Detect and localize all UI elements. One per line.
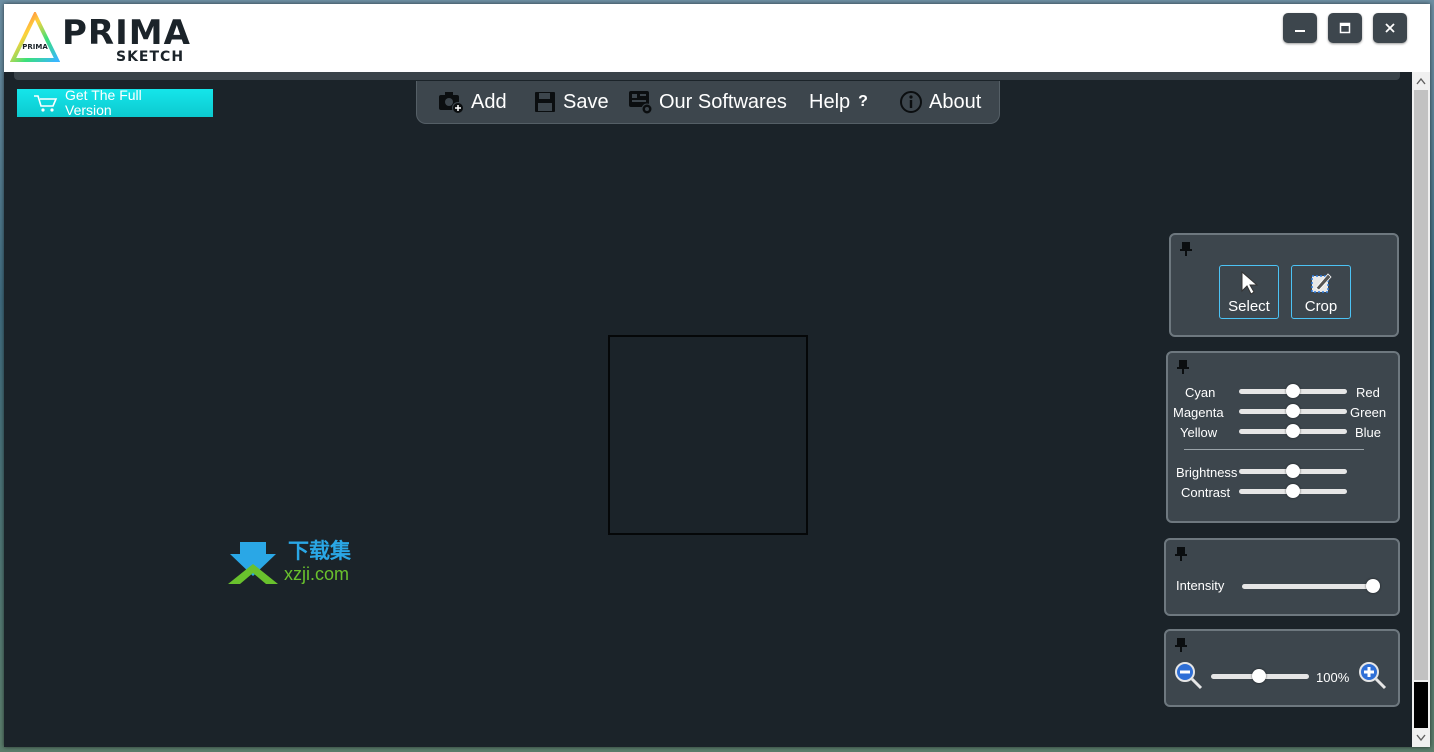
select-tool-button[interactable]: Select <box>1219 265 1279 319</box>
prima-logo-triangle-icon: PRIMA <box>10 12 60 62</box>
zoom-slider-thumb[interactable] <box>1252 669 1266 683</box>
menu-about-label: About <box>929 90 982 113</box>
maximize-button[interactable] <box>1328 13 1362 43</box>
title-bar: PRIMA PRIMA SKETCH <box>4 4 1430 72</box>
menu-help[interactable]: Help ? <box>809 81 868 123</box>
color-adjust-panel: Cyan Red Magenta Green Yellow Blue Brigh… <box>1166 351 1400 523</box>
intensity-panel: Intensity <box>1164 538 1400 616</box>
logo-badge-text: PRIMA <box>22 43 48 51</box>
zoom-value: 100% <box>1316 670 1350 685</box>
watermark-url-text: xzji.com <box>284 564 350 584</box>
add-camera-icon <box>439 92 464 114</box>
zoom-in-icon[interactable] <box>1358 661 1388 691</box>
contrast-slider-thumb[interactable] <box>1286 484 1300 498</box>
green-label: Green <box>1350 405 1387 420</box>
image-canvas[interactable] <box>608 335 808 535</box>
watermark: 下载集 xzji.com <box>226 540 386 590</box>
menu-save-label: Save <box>563 90 609 113</box>
get-full-version-label: Get The Full Version <box>65 87 142 118</box>
crop-tool-button[interactable]: Crop <box>1291 265 1351 319</box>
magenta-green-slider-thumb[interactable] <box>1286 404 1300 418</box>
menu-add-label: Add <box>471 90 507 113</box>
brightness-slider-thumb[interactable] <box>1286 464 1300 478</box>
zoom-out-icon[interactable] <box>1174 661 1204 691</box>
red-label: Red <box>1356 385 1380 400</box>
minimize-icon <box>1295 30 1305 32</box>
vertical-scrollbar[interactable] <box>1412 72 1430 747</box>
scrollbar-thumb[interactable] <box>1414 90 1428 680</box>
crop-icon <box>1311 273 1332 293</box>
menu-our-softwares[interactable]: Our Softwares <box>627 81 787 123</box>
select-tool-label: Select <box>1228 298 1270 315</box>
logo-text-prima: PRIMA <box>62 13 191 53</box>
magenta-label: Magenta <box>1173 405 1224 420</box>
intensity-slider-track[interactable] <box>1242 584 1380 589</box>
blue-label: Blue <box>1355 425 1382 440</box>
pin-icon[interactable] <box>1176 359 1190 375</box>
menu-save[interactable]: Save <box>533 81 609 123</box>
intensity-label: Intensity <box>1176 578 1225 593</box>
crop-tool-label: Crop <box>1304 298 1338 315</box>
cursor-arrow-icon <box>1241 270 1259 295</box>
save-floppy-icon <box>535 92 555 112</box>
info-icon <box>900 91 922 113</box>
minimize-button[interactable] <box>1283 13 1317 43</box>
pin-icon[interactable] <box>1174 546 1188 562</box>
menu-help-label: Help <box>809 90 851 113</box>
watermark-logo-icon <box>228 542 278 584</box>
help-question-icon: ? <box>858 93 868 110</box>
yellow-blue-slider-thumb[interactable] <box>1286 424 1300 438</box>
watermark-chinese-text: 下载集 <box>288 540 351 563</box>
menu-add[interactable]: Add <box>437 81 507 123</box>
toolbar-strip <box>14 72 1400 80</box>
menu-softwares-label: Our Softwares <box>659 90 787 113</box>
softwares-icon <box>629 91 653 115</box>
scroll-down-icon[interactable] <box>1416 734 1426 742</box>
zoom-panel: 100% <box>1164 629 1400 707</box>
pin-icon[interactable] <box>1179 241 1193 257</box>
maximize-icon <box>1339 22 1351 34</box>
contrast-label: Contrast <box>1181 485 1231 500</box>
intensity-slider-thumb[interactable] <box>1366 579 1380 593</box>
panel-divider <box>1184 449 1364 450</box>
cart-icon <box>34 95 58 112</box>
brightness-label: Brightness <box>1176 465 1238 480</box>
app-window: PRIMA PRIMA SKETCH Get The Full Version <box>4 4 1430 747</box>
yellow-label: Yellow <box>1180 425 1218 440</box>
menu-about[interactable]: About <box>899 81 981 123</box>
cyan-label: Cyan <box>1185 385 1216 400</box>
cyan-red-slider-thumb[interactable] <box>1286 384 1300 398</box>
close-icon <box>1385 23 1395 33</box>
close-button[interactable] <box>1373 13 1407 43</box>
get-full-version-button[interactable]: Get The Full Version <box>17 87 213 118</box>
scrollbar-overlay <box>1414 682 1428 728</box>
tools-panel: Select Crop <box>1169 233 1399 337</box>
logo-text-sketch: SKETCH <box>116 49 185 65</box>
pin-icon[interactable] <box>1174 637 1188 653</box>
main-menu-bar: Add Save Our Softwares Help ? About <box>416 81 1000 124</box>
scroll-up-icon[interactable] <box>1416 77 1426 85</box>
